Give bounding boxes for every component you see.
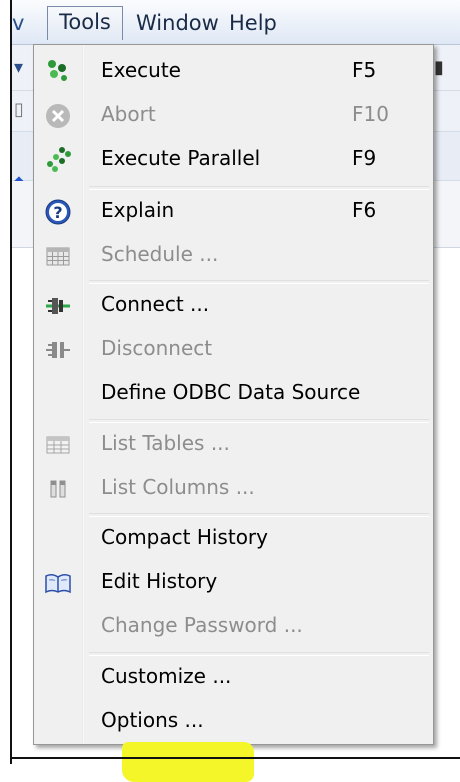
- menu-item-label: Execute Parallel: [101, 146, 261, 170]
- execute-icon: [42, 56, 74, 88]
- menu-item-label: Disconnect: [101, 336, 213, 360]
- menu-item-label: List Columns ...: [101, 475, 255, 499]
- menu-item-options[interactable]: Options ...: [34, 700, 433, 744]
- edit-history-icon: [42, 567, 74, 599]
- toolbar-icon[interactable]: ▮: [434, 57, 444, 78]
- menu-item-connect[interactable]: Connect ...: [34, 284, 433, 328]
- abort-icon: [42, 100, 74, 132]
- menu-item-label: Schedule ...: [101, 242, 219, 266]
- menu-item-label: Explain: [101, 198, 175, 222]
- menu-item-customize[interactable]: Customize ...: [34, 656, 433, 700]
- menu-item-label: Change Password ...: [101, 613, 303, 637]
- menu-window[interactable]: Window: [136, 8, 219, 38]
- disconnect-icon: [42, 334, 74, 366]
- menu-item-abort[interactable]: Abort F10: [34, 94, 433, 138]
- tools-dropdown-menu: Execute F5 Abort F10 Execute Parallel F9: [33, 44, 434, 782]
- menu-item-list-columns[interactable]: List Columns ...: [34, 467, 433, 511]
- menubar-partial-item[interactable]: v: [12, 8, 24, 38]
- menu-item-list-tables[interactable]: List Tables ...: [34, 423, 433, 467]
- menu-item-execute-parallel[interactable]: Execute Parallel F9: [34, 138, 433, 182]
- menu-bar: v Tools Window Help: [12, 0, 460, 45]
- menu-item-label: Define ODBC Data Source: [101, 380, 361, 404]
- menu-item-label: List Tables ...: [101, 431, 230, 455]
- menu-item-shortcut: F5: [352, 58, 377, 82]
- menu-item-label: Customize ...: [101, 664, 232, 688]
- screenshot-bottom-border: [10, 757, 460, 759]
- menu-item-label: Execute: [101, 58, 181, 82]
- menu-item-label: Edit History: [101, 569, 218, 593]
- menu-item-label: Options ...: [101, 708, 204, 732]
- menu-item-label: Abort: [101, 102, 156, 126]
- menu-item-compact-history[interactable]: Compact History: [34, 517, 433, 561]
- menu-item-execute[interactable]: Execute F5: [34, 50, 433, 94]
- menu-item-schedule[interactable]: Schedule ...: [34, 234, 433, 278]
- explain-icon: ?: [42, 196, 74, 228]
- menu-item-edit-history[interactable]: Edit History: [34, 561, 433, 605]
- list-columns-icon: [42, 473, 74, 505]
- menu-item-explain[interactable]: ? Explain F6: [34, 190, 433, 234]
- menu-item-define-odbc[interactable]: Define ODBC Data Source: [34, 372, 433, 416]
- list-tables-icon: [42, 429, 74, 461]
- menu-item-change-password[interactable]: Change Password ...: [34, 605, 433, 649]
- menu-item-label: Compact History: [101, 525, 268, 549]
- menu-item-shortcut: F10: [352, 102, 389, 126]
- menu-item-label: Connect ...: [101, 292, 210, 316]
- dropdown-arrow-icon[interactable]: ▾: [14, 57, 23, 78]
- execute-parallel-icon: [42, 144, 74, 176]
- schedule-icon: [42, 240, 74, 272]
- menu-item-shortcut: F6: [352, 198, 377, 222]
- menu-item-shortcut: F9: [352, 146, 377, 170]
- svg-text:?: ?: [53, 203, 62, 222]
- menu-help[interactable]: Help: [229, 8, 277, 38]
- menu-tools[interactable]: Tools: [47, 6, 123, 40]
- toolbar-button-icon[interactable]: ▯: [14, 99, 24, 120]
- menu-item-disconnect[interactable]: Disconnect: [34, 328, 433, 372]
- connect-icon: [42, 290, 74, 322]
- options-highlight-marker: [122, 742, 254, 782]
